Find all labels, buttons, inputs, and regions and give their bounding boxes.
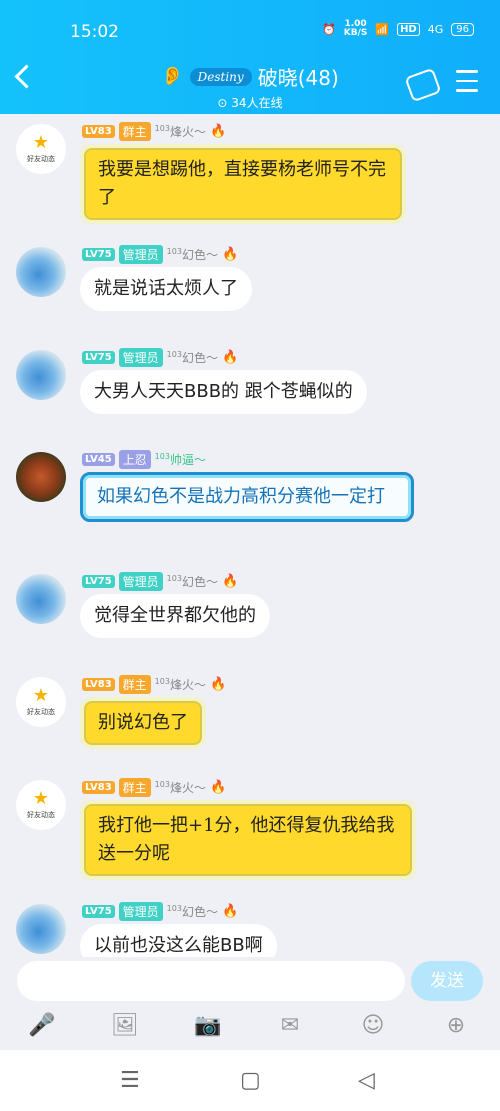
level-badge: LV83 bbox=[82, 678, 115, 691]
level-badge: LV75 bbox=[82, 248, 115, 261]
camera-icon[interactable]: 📷 bbox=[194, 1013, 221, 1039]
role-badge: 管理员 bbox=[118, 572, 163, 591]
message-bubble[interactable]: 大男人天天BBB的 跟个苍蝇似的 bbox=[80, 370, 367, 414]
role-badge: 群主 bbox=[118, 122, 151, 141]
fire-icon: 🔥 bbox=[221, 574, 239, 589]
recents-icon[interactable]: ☰ bbox=[120, 1068, 140, 1093]
signal-icon: 4G bbox=[427, 22, 444, 36]
sender-meta: LV83 群主 103烽火〜 🔥 bbox=[82, 778, 226, 797]
message-list[interactable]: ★ 好友动态 LV83 群主 103烽火〜 🔥 我要是想踢他，直接要杨老师号不完了… bbox=[0, 114, 500, 957]
avatar[interactable] bbox=[16, 350, 66, 400]
title-tag: 103幻色〜 bbox=[166, 350, 218, 365]
sender-meta: LV75 管理员 103幻色〜 🔥 bbox=[82, 348, 238, 367]
message-bubble[interactable]: 就是说话太烦人了 bbox=[80, 267, 252, 311]
message-bubble[interactable]: 我打他一把+1分，他还得复仇我给我送一分呢 bbox=[80, 800, 416, 880]
fire-icon: 🔥 bbox=[221, 350, 239, 365]
wifi-icon: 📶 bbox=[375, 22, 390, 36]
menu-icon[interactable] bbox=[456, 70, 478, 99]
system-nav-bar: ☰ ▢ ◁ bbox=[0, 1050, 500, 1111]
back-icon[interactable]: ◁ bbox=[358, 1068, 375, 1093]
alarm-icon: ⏰ bbox=[322, 22, 336, 36]
sender-meta: LV75 管理员 103幻色〜 🔥 bbox=[82, 572, 238, 591]
battery-icon: 96 bbox=[451, 22, 474, 36]
role-badge: 管理员 bbox=[118, 245, 163, 264]
title-tag: 103帅逼〜 bbox=[154, 452, 206, 467]
avatar[interactable] bbox=[16, 452, 66, 502]
fire-icon: 🔥 bbox=[221, 904, 239, 919]
status-time: 15:02 bbox=[70, 22, 119, 42]
sender-meta: LV45 上忍 103帅逼〜 bbox=[82, 450, 206, 469]
avatar[interactable]: ★ 好友动态 bbox=[16, 677, 66, 727]
red-packet-icon[interactable]: ✉ bbox=[277, 1013, 303, 1039]
message-item: LV75 管理员 103幻色〜 🔥 大男人天天BBB的 跟个苍蝇似的 bbox=[16, 348, 486, 430]
title-tag: 103幻色〜 bbox=[166, 574, 218, 589]
message-item: LV75 管理员 103幻色〜 🔥 就是说话太烦人了 bbox=[16, 245, 486, 327]
sender-meta: LV75 管理员 103幻色〜 🔥 bbox=[82, 245, 238, 264]
role-badge: 上忍 bbox=[118, 450, 151, 469]
plus-icon[interactable]: ⊕ bbox=[443, 1013, 469, 1039]
avatar[interactable] bbox=[16, 247, 66, 297]
message-bubble[interactable]: 以前也没这么能BB啊 bbox=[80, 924, 277, 957]
star-icon: ★ bbox=[32, 132, 50, 153]
status-icons: ⏰ 1.00 KB/S 📶 HD 4G 96 bbox=[322, 20, 474, 38]
message-input[interactable] bbox=[17, 961, 405, 1001]
title-tag: 103幻色〜 bbox=[166, 247, 218, 262]
send-button[interactable]: 发送 bbox=[411, 961, 483, 1001]
role-badge: 群主 bbox=[118, 778, 151, 797]
avatar[interactable] bbox=[16, 904, 66, 954]
level-badge: LV75 bbox=[82, 575, 115, 588]
level-badge: LV83 bbox=[82, 125, 115, 138]
message-item: ★ 好友动态 LV83 群主 103烽火〜 🔥 我要是想踢他，直接要杨老师号不完了 bbox=[16, 122, 486, 224]
avatar[interactable]: ★ 好友动态 bbox=[16, 124, 66, 174]
ear-icon[interactable]: 👂 bbox=[161, 66, 183, 87]
message-bubble[interactable]: 觉得全世界都欠他的 bbox=[80, 594, 270, 638]
title-tag: 103幻色〜 bbox=[166, 904, 218, 919]
avatar[interactable]: ★ 好友动态 bbox=[16, 780, 66, 830]
fire-icon: 🔥 bbox=[209, 780, 227, 795]
level-badge: LV45 bbox=[82, 453, 115, 466]
net-speed: 1.00 KB/S bbox=[343, 19, 368, 38]
message-item: LV45 上忍 103帅逼〜 如果幻色不是战力高积分赛他一定打 bbox=[16, 450, 486, 552]
title-tag: 103烽火〜 bbox=[154, 780, 206, 795]
star-icon: ★ bbox=[32, 788, 50, 809]
message-item: LV75 管理员 103幻色〜 🔥 以前也没这么能BB啊 bbox=[16, 902, 486, 957]
image-icon[interactable]: 🖼 bbox=[111, 1013, 139, 1039]
level-badge: LV83 bbox=[82, 781, 115, 794]
avatar[interactable] bbox=[16, 574, 66, 624]
sender-meta: LV83 群主 103烽火〜 🔥 bbox=[82, 122, 226, 141]
sender-meta: LV75 管理员 103幻色〜 🔥 bbox=[82, 902, 238, 921]
message-bubble[interactable]: 如果幻色不是战力高积分赛他一定打 bbox=[80, 472, 414, 522]
fire-icon: 🔥 bbox=[221, 247, 239, 262]
message-item: ★ 好友动态 LV83 群主 103烽火〜 🔥 别说幻色了 bbox=[16, 675, 486, 757]
title-tag: 103烽火〜 bbox=[154, 124, 206, 139]
sender-meta: LV83 群主 103烽火〜 🔥 bbox=[82, 675, 226, 694]
message-item: LV75 管理员 103幻色〜 🔥 觉得全世界都欠他的 bbox=[16, 572, 486, 654]
group-badge: Destiny bbox=[189, 67, 252, 86]
hd-badge: HD bbox=[397, 22, 420, 36]
level-badge: LV75 bbox=[82, 905, 115, 918]
star-icon: ★ bbox=[32, 685, 50, 706]
message-item: ★ 好友动态 LV83 群主 103烽火〜 🔥 我打他一把+1分，他还得复仇我给我… bbox=[16, 778, 486, 880]
role-badge: 管理员 bbox=[118, 902, 163, 921]
microphone-icon[interactable]: 🎤 bbox=[28, 1013, 55, 1039]
home-icon[interactable]: ▢ bbox=[240, 1068, 261, 1093]
level-badge: LV75 bbox=[82, 351, 115, 364]
fire-icon: 🔥 bbox=[209, 124, 227, 139]
title-tag: 103烽火〜 bbox=[154, 677, 206, 692]
group-name: 破晓(48) bbox=[257, 66, 339, 90]
chat-header: 15:02 ⏰ 1.00 KB/S 📶 HD 4G 96 👂 Destiny 破晓… bbox=[0, 0, 500, 114]
message-bubble[interactable]: 别说幻色了 bbox=[80, 697, 206, 749]
message-bubble[interactable]: 我要是想踢他，直接要杨老师号不完了 bbox=[80, 144, 406, 224]
input-area: 发送 🎤 🖼 📷 ✉ ☺ ⊕ bbox=[0, 957, 500, 1050]
fire-icon: 🔥 bbox=[209, 677, 227, 692]
role-badge: 管理员 bbox=[118, 348, 163, 367]
emoji-icon[interactable]: ☺ bbox=[360, 1013, 386, 1039]
role-badge: 群主 bbox=[118, 675, 151, 694]
